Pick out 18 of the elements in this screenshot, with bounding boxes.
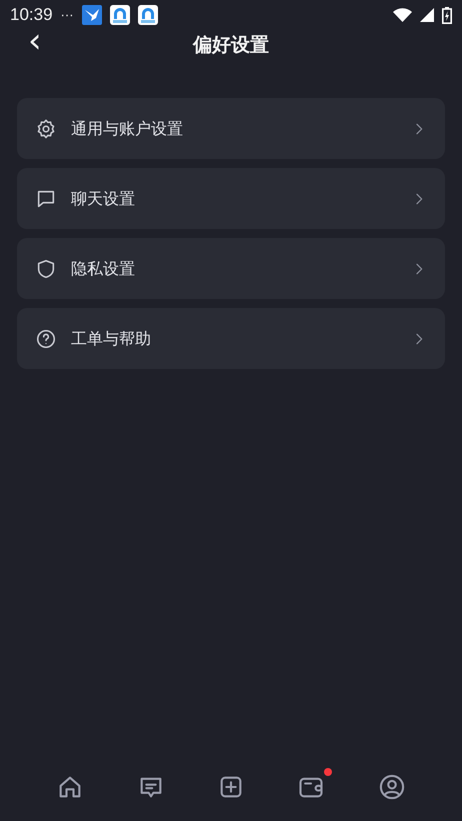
settings-menu-item[interactable]: 隐私设置 — [17, 238, 445, 299]
arch-app-icon — [110, 5, 130, 25]
page-title: 偏好设置 — [193, 32, 269, 58]
gear-icon — [35, 118, 57, 140]
arch-app-icon — [138, 5, 158, 25]
help-icon — [35, 328, 57, 350]
profile-icon — [378, 773, 406, 801]
battery-icon — [442, 6, 452, 24]
overflow-indicator: ··· — [60, 6, 74, 24]
settings-menu-item[interactable]: 通用与账户设置 — [17, 98, 445, 159]
shield-icon — [35, 258, 57, 280]
status-time: 10:39 — [10, 4, 53, 26]
wifi-icon — [393, 8, 412, 22]
signal-icon — [420, 8, 434, 22]
bird-app-icon — [82, 5, 102, 25]
settings-menu-item[interactable]: 工单与帮助 — [17, 308, 445, 369]
back-button[interactable]: ‹ — [24, 24, 46, 58]
settings-menu-item[interactable]: 聊天设置 — [17, 168, 445, 229]
